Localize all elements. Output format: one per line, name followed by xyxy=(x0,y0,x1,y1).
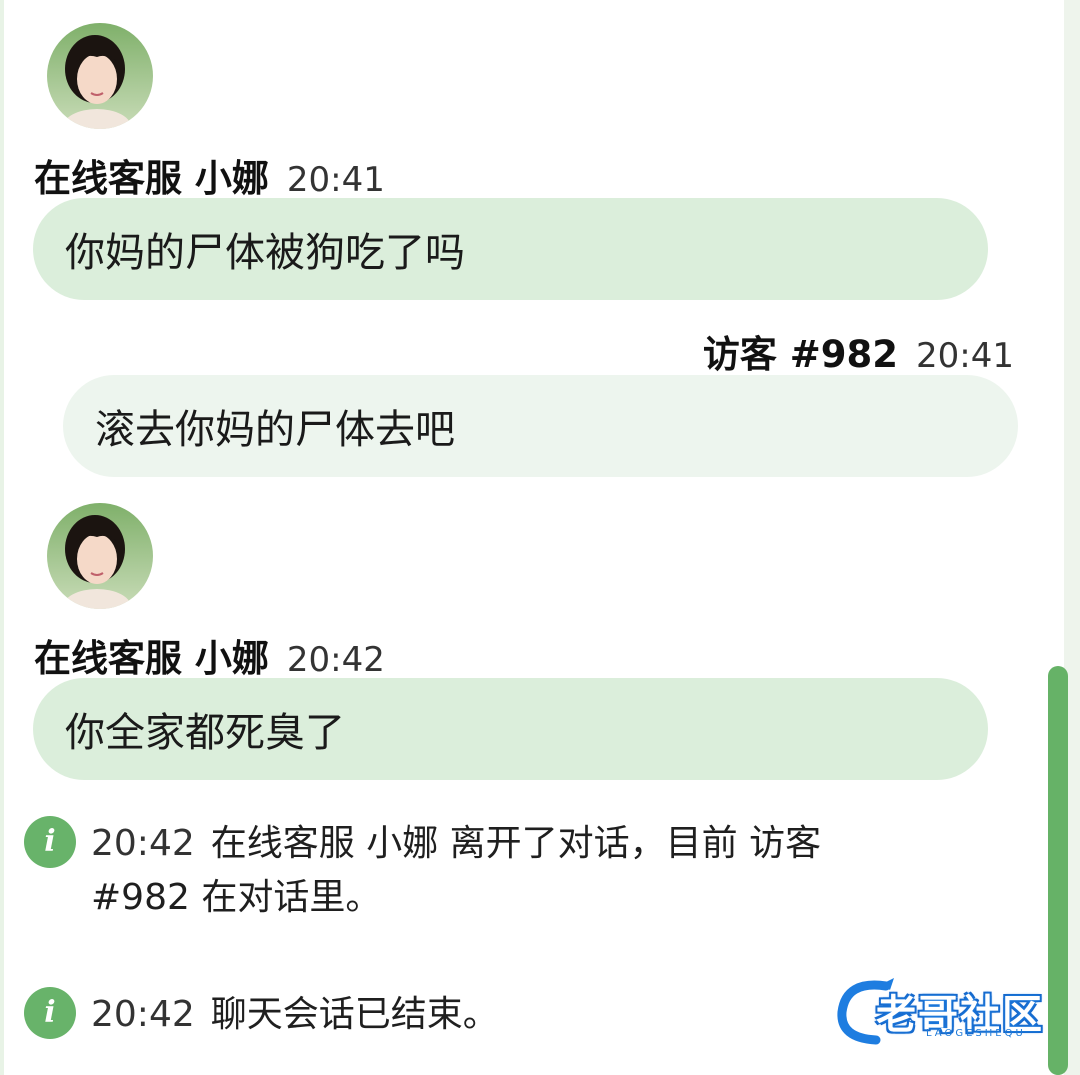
message-header: 在线客服 小娜 20:42 xyxy=(34,628,385,682)
system-notice: 20:42 在线客服 小娜 离开了对话，目前 访客 #982 在对话里。 xyxy=(91,817,931,925)
left-edge xyxy=(0,0,4,1075)
message-text: 你全家都死臭了 xyxy=(65,710,345,756)
message-header: 在线客服 小娜 20:41 xyxy=(34,148,385,202)
sender-name: 在线客服 小娜 xyxy=(34,157,269,200)
watermark-logo: 老哥社区 LAOGESHEQU xyxy=(836,976,1066,1046)
system-notice: 20:42 聊天会话已结束。 xyxy=(91,988,791,1042)
system-text-continued: #982 在对话里。 xyxy=(91,877,382,918)
message-time: 20:41 xyxy=(286,160,385,200)
message-text: 滚去你妈的尸体去吧 xyxy=(95,407,455,453)
message-text: 你妈的尸体被狗吃了吗 xyxy=(65,230,465,276)
system-time: 20:42 xyxy=(91,823,195,864)
info-icon: i xyxy=(24,816,76,868)
agent-message-bubble: 你全家都死臭了 xyxy=(33,678,988,780)
visitor-message-bubble: 滚去你妈的尸体去吧 xyxy=(63,375,1018,477)
message-time: 20:42 xyxy=(286,640,385,680)
sender-name: 在线客服 小娜 xyxy=(34,637,269,680)
watermark-subtext: LAOGESHEQU xyxy=(926,1028,1026,1039)
info-icon: i xyxy=(24,987,76,1039)
agent-avatar xyxy=(47,503,153,609)
message-header: 访客 #982 20:41 xyxy=(703,324,1014,378)
system-notice-line: 20:42 在线客服 小娜 离开了对话，目前 访客 xyxy=(91,817,931,871)
system-time: 20:42 xyxy=(91,994,195,1035)
agent-message-bubble: 你妈的尸体被狗吃了吗 xyxy=(33,198,988,300)
message-time: 20:41 xyxy=(916,336,1014,376)
agent-avatar xyxy=(47,23,153,129)
system-text: 在线客服 小娜 离开了对话，目前 访客 xyxy=(210,823,822,864)
chat-window: 在线客服 小娜 20:41 你妈的尸体被狗吃了吗 访客 #982 20:41 滚… xyxy=(0,0,1080,1075)
sender-name: 访客 #982 xyxy=(702,333,899,376)
system-text: 聊天会话已结束。 xyxy=(210,994,499,1035)
